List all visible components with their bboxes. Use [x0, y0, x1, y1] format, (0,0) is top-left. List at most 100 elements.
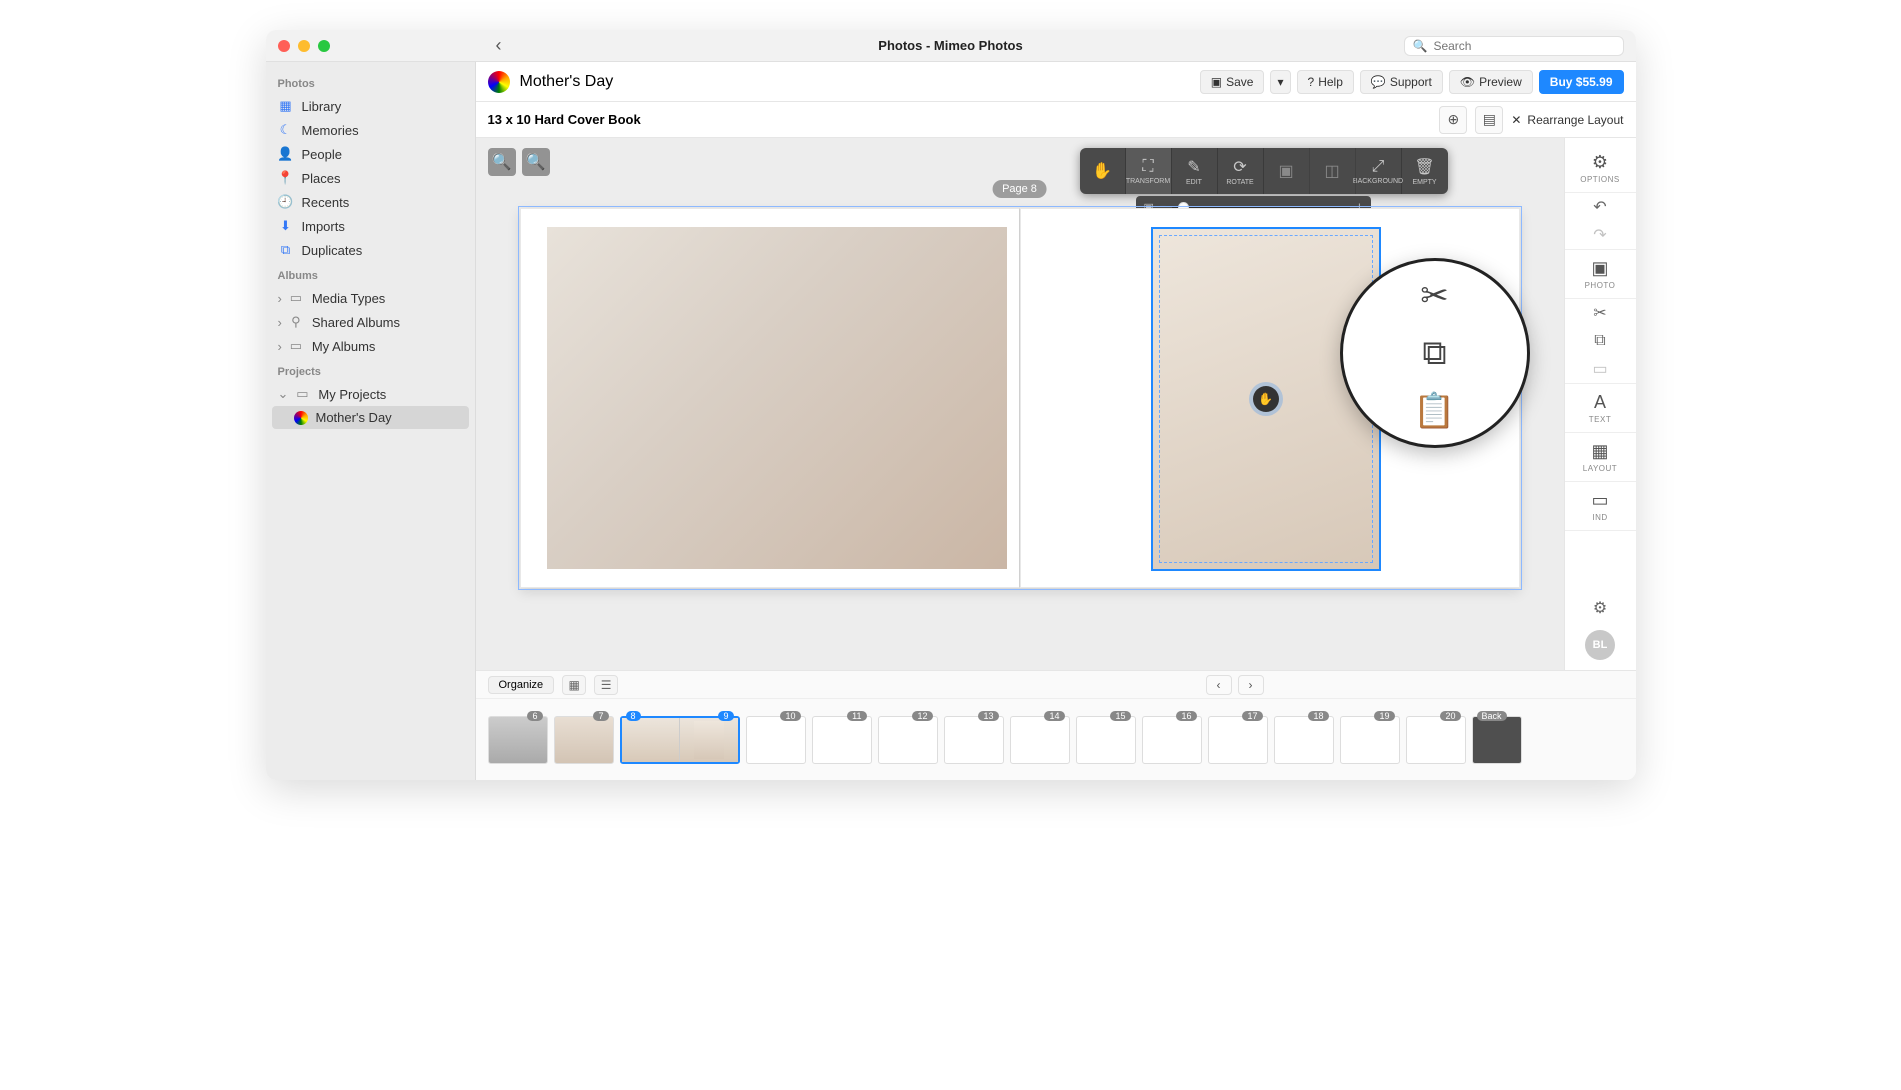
thumb-page[interactable]: 17	[1208, 716, 1268, 764]
save-button[interactable]: ▣Save	[1200, 70, 1265, 94]
preview-label: Preview	[1479, 75, 1522, 89]
thumbnail-strip[interactable]: 67891011121314151617181920Back	[476, 699, 1636, 780]
move-handle-icon[interactable]: ✋	[1253, 386, 1279, 412]
prev-page-button[interactable]: ‹	[1206, 675, 1232, 695]
help-label: Help	[1318, 75, 1343, 89]
view-grid-button[interactable]: ▦	[562, 675, 586, 695]
support-button[interactable]: 💬Support	[1360, 70, 1443, 94]
thumb-spread-selected[interactable]: 89	[620, 716, 740, 764]
sidebar-item-people[interactable]: 👤People	[272, 142, 469, 166]
sidebar-item-recents[interactable]: 🕘Recents	[272, 190, 469, 214]
view-list-button[interactable]: ☰	[594, 675, 618, 695]
transform-icon: ⛶	[1142, 158, 1153, 176]
toolbar-empty[interactable]: 🗑EMPTY	[1402, 148, 1448, 194]
thumb-page[interactable]: 16	[1142, 716, 1202, 764]
fullscreen-icon[interactable]	[318, 40, 330, 52]
panel-bkgrnd[interactable]: ▭IND	[1565, 482, 1636, 531]
save-dropdown[interactable]: ▾	[1270, 70, 1290, 94]
help-button[interactable]: ?Help	[1297, 70, 1354, 94]
thumb-page[interactable]: 7	[554, 716, 614, 764]
sidebar-item-imports[interactable]: ⬇Imports	[272, 214, 469, 238]
cut-button[interactable]: ✂	[1589, 302, 1611, 324]
thumb-page[interactable]: 6	[488, 716, 548, 764]
thumb-page[interactable]: 15	[1076, 716, 1136, 764]
undo-button[interactable]: ↶	[1589, 196, 1611, 218]
back-button[interactable]: ‹	[496, 35, 502, 56]
sidebar-item-label: Places	[302, 171, 341, 186]
photo-icon: ▣	[1591, 258, 1608, 279]
sidebar-item-memories[interactable]: ☾Memories	[272, 118, 469, 142]
sidebar-item-label: Mother's Day	[316, 410, 392, 425]
sidebar-item-my-albums[interactable]: ▭My Albums	[272, 334, 469, 358]
sidebar-item-my-projects[interactable]: ▭My Projects	[272, 382, 469, 406]
next-page-button[interactable]: ›	[1238, 675, 1264, 695]
canvas[interactable]: 🔍 🔍 Page 8 ✋ ⛶TRANSFORM ✎EDIT ⟳ROTATE ▣ …	[476, 138, 1564, 670]
sidebar-item-media-types[interactable]: ▭Media Types	[272, 286, 469, 310]
sidebar-item-places[interactable]: 📍 Places	[272, 166, 469, 190]
panel-text[interactable]: ATEXT	[1565, 383, 1636, 433]
thumb-page[interactable]: 12	[878, 716, 938, 764]
gear-icon: ⚙	[1593, 598, 1607, 618]
toolbar-edit[interactable]: ✎EDIT	[1172, 148, 1218, 194]
sidebar-item-label: People	[302, 147, 342, 162]
right-photo-selected[interactable]: ✋	[1151, 227, 1381, 571]
copy-button[interactable]: ⧉	[1589, 330, 1611, 352]
thumb-page[interactable]: 19	[1340, 716, 1400, 764]
thumb-page[interactable]: 18	[1274, 716, 1334, 764]
places-icon: 📍	[278, 170, 294, 186]
thumb-page[interactable]: 11	[812, 716, 872, 764]
toolbar-crop[interactable]: ▣	[1264, 148, 1310, 194]
options-icon: ⚙	[1592, 152, 1608, 173]
toolbar-label: ROTATE	[1226, 179, 1253, 186]
sidebar-item-label: My Albums	[312, 339, 376, 354]
toolbar-rotate[interactable]: ⟳ ROTATE	[1218, 148, 1264, 194]
sidebar-item-mothers-day[interactable]: Mother's Day	[272, 406, 469, 429]
toolbar-label: EDIT	[1186, 179, 1202, 186]
add-page-button[interactable]: ▤	[1475, 106, 1503, 134]
search-field[interactable]	[1433, 39, 1614, 53]
rearrange-layout-button[interactable]: ✕Rearrange Layout	[1511, 113, 1623, 127]
avatar[interactable]: BL	[1585, 630, 1615, 660]
zoom-out-button[interactable]: 🔍	[522, 148, 550, 176]
sidebar-header-albums: Albums	[278, 270, 463, 282]
thumb-page[interactable]: 13	[944, 716, 1004, 764]
page-left[interactable]	[520, 208, 1020, 588]
add-photo-icon: ⊕	[1447, 111, 1459, 128]
sidebar-item-library[interactable]: ▦Library	[272, 94, 469, 118]
rotate-icon: ⟳	[1233, 157, 1246, 177]
organize-button[interactable]: Organize	[488, 676, 555, 694]
preview-button[interactable]: 👁Preview	[1449, 70, 1533, 94]
close-icon[interactable]	[278, 40, 290, 52]
copy-icon: ⧉	[1594, 332, 1605, 350]
buy-button[interactable]: Buy $55.99	[1539, 70, 1624, 94]
sidebar-item-shared-albums[interactable]: ⚲Shared Albums	[272, 310, 469, 334]
crop-icon: ▣	[1278, 161, 1293, 181]
hand-icon: ✋	[1092, 161, 1112, 181]
thumb-page[interactable]: Back	[1472, 716, 1522, 764]
thumb-page[interactable]: 20	[1406, 716, 1466, 764]
thumb-page[interactable]: 10	[746, 716, 806, 764]
sidebar-item-duplicates[interactable]: ⧉Duplicates	[272, 238, 469, 262]
thumb-page[interactable]: 14	[1010, 716, 1070, 764]
redo-button[interactable]: ↷	[1589, 224, 1611, 246]
magnifier-callout: ✂ ⧉ 📋	[1340, 258, 1530, 448]
project-title: Mother's Day	[520, 73, 614, 91]
toolbar-fill[interactable]: ◫	[1310, 148, 1356, 194]
minimize-icon[interactable]	[298, 40, 310, 52]
panel-photo[interactable]: ▣PHOTO	[1565, 249, 1636, 299]
left-photo[interactable]	[547, 227, 1007, 569]
toolbar-transform[interactable]: ⛶ TRANSFORM	[1126, 148, 1172, 194]
search-input[interactable]: 🔍	[1404, 36, 1624, 56]
zoom-in-button[interactable]: 🔍	[488, 148, 516, 176]
toolbar-label: TRANSFORM	[1126, 178, 1170, 185]
paste-button[interactable]: ▭	[1589, 358, 1611, 380]
toolbar-label: BACKGROUND	[1353, 178, 1403, 185]
panel-layout[interactable]: ▦LAYOUT	[1565, 433, 1636, 482]
panel-options[interactable]: ⚙OPTIONS	[1565, 144, 1636, 193]
toolbar-background[interactable]: ⤢BACKGROUND	[1356, 148, 1402, 194]
toolbar-hand[interactable]: ✋	[1080, 148, 1126, 194]
add-photo-button[interactable]: ⊕	[1439, 106, 1467, 134]
cut-icon: ✂	[1420, 276, 1449, 316]
sidebar-item-label: Library	[302, 99, 342, 114]
settings-button[interactable]: ⚙	[1589, 597, 1611, 619]
